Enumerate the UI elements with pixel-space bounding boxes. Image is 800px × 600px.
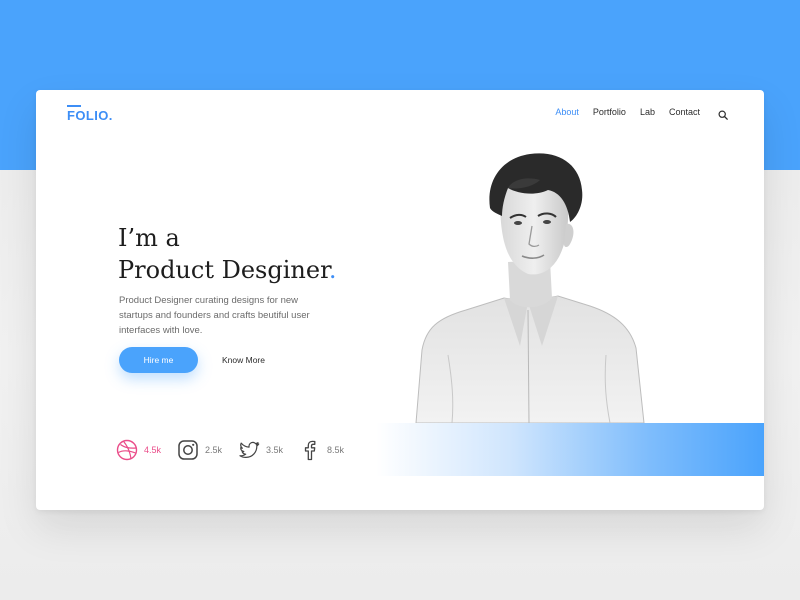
instagram-count: 2.5k <box>205 445 223 455</box>
social-stats: 4.5k 2.5k 3.5k 8.5k <box>116 439 360 461</box>
headline-line-1: I’m a <box>118 224 180 252</box>
nav-about[interactable]: About <box>555 107 579 117</box>
main-nav: About Portfolio Lab Contact <box>555 107 728 120</box>
twitter-icon <box>239 441 260 458</box>
hero-description: Product Designer curating designs for ne… <box>119 295 310 336</box>
search-icon[interactable] <box>718 107 728 120</box>
social-instagram[interactable]: 2.5k <box>177 439 222 461</box>
know-more-button[interactable]: Know More <box>222 352 265 368</box>
nav-portfolio[interactable]: Portfolio <box>593 107 626 117</box>
portrait-photo <box>415 153 645 423</box>
headline-dot: . <box>328 256 337 284</box>
dribbble-count: 4.5k <box>144 445 162 455</box>
headline-line-2: Product Desginer <box>118 256 329 284</box>
twitter-count: 3.5k <box>266 445 284 455</box>
facebook-icon <box>304 440 316 461</box>
hero-headline: I’m a Product Desginer. <box>118 222 337 286</box>
social-dribbble[interactable]: 4.5k <box>116 439 161 461</box>
logo-mark <box>67 105 81 107</box>
dribbble-icon <box>116 439 138 461</box>
social-facebook[interactable]: 8.5k <box>299 439 344 461</box>
facebook-count: 8.5k <box>327 445 345 455</box>
nav-lab[interactable]: Lab <box>640 107 655 117</box>
logo-text: FOLIO. <box>67 108 113 123</box>
hire-me-button[interactable]: Hire me <box>119 347 198 373</box>
portfolio-card: FOLIO. About Portfolio Lab Contact I’m a… <box>36 90 764 510</box>
social-twitter[interactable]: 3.5k <box>238 439 283 461</box>
nav-contact[interactable]: Contact <box>669 107 700 117</box>
accent-gradient-band <box>376 423 764 476</box>
instagram-icon <box>178 440 198 460</box>
